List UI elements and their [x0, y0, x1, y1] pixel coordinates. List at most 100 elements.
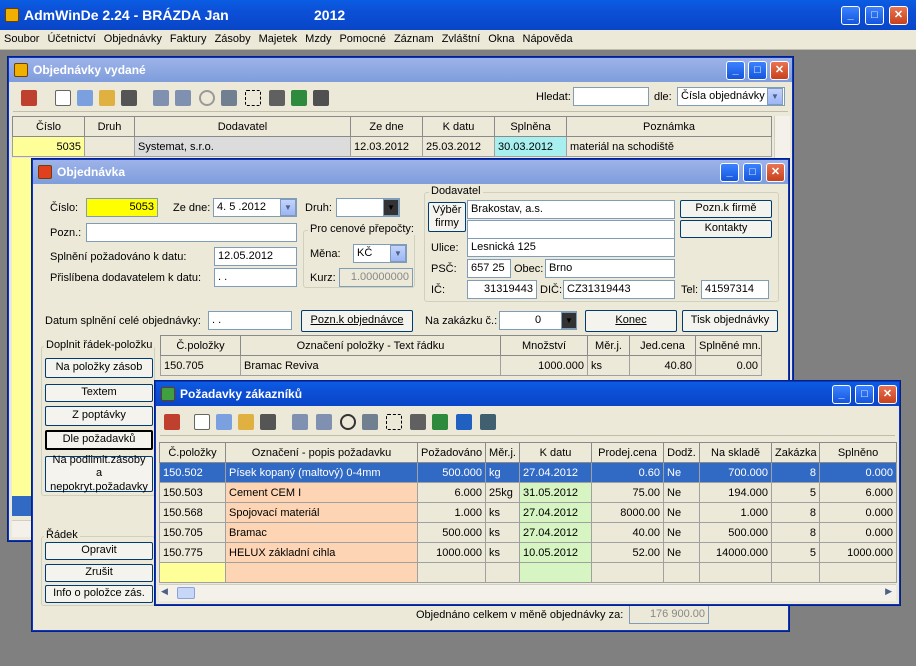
column-header[interactable]: Prodej.cena	[591, 442, 664, 463]
first-record-icon[interactable]	[153, 90, 169, 106]
column-header[interactable]: K datu	[422, 116, 495, 137]
tisk-button[interactable]: Tisk objednávky	[682, 310, 778, 332]
table-row[interactable]: 150.705 Bramac Reviva 1000.000 ks 40.80 …	[160, 355, 762, 376]
exit-icon[interactable]	[21, 90, 37, 106]
copy-icon[interactable]	[216, 414, 232, 430]
menu-item[interactable]: Faktury	[166, 30, 211, 48]
last-record-icon[interactable]	[175, 90, 191, 106]
close-icon[interactable]: ✕	[770, 61, 789, 80]
z-poptavky-button[interactable]: Z poptávky	[45, 406, 153, 426]
menu-item[interactable]: Pomocné	[335, 30, 389, 48]
column-header[interactable]: Splněné mn.	[695, 335, 762, 356]
column-header[interactable]: Splněna	[494, 116, 567, 137]
table-row[interactable]: 150.705 Bramac 500.000 ks 27.04.2012 40.00 Ne 5…	[159, 522, 897, 543]
chevron-left-icon[interactable]: ◀	[161, 586, 168, 597]
tel-field[interactable]: 41597314	[701, 280, 769, 299]
dle-pozadavku-button[interactable]: Dle požadavků	[45, 430, 153, 450]
column-header[interactable]: Dodavatel	[134, 116, 351, 137]
chevron-down-icon[interactable]: ▼	[280, 199, 296, 216]
column-header[interactable]: Dodž.	[663, 442, 700, 463]
delete-icon[interactable]	[260, 414, 276, 430]
close-icon[interactable]: ✕	[889, 6, 908, 25]
maximize-icon[interactable]: □	[748, 61, 767, 80]
chevron-down-icon[interactable]: ▼	[383, 199, 399, 216]
ulice-field[interactable]: Lesnická 125	[467, 238, 675, 257]
psc-field[interactable]: 657 25	[467, 259, 511, 278]
datum-splneni-field[interactable]: . .	[208, 311, 292, 330]
chevron-down-icon[interactable]: ▼	[390, 245, 406, 262]
select-icon[interactable]	[386, 414, 402, 430]
arrow-right-icon[interactable]	[221, 90, 237, 106]
prislibena-field[interactable]: . .	[214, 268, 297, 287]
column-header[interactable]: Zakázka	[771, 442, 820, 463]
minimize-icon[interactable]: _	[841, 6, 860, 25]
menu-item[interactable]: Účetnictví	[43, 30, 99, 48]
arrow-right-icon[interactable]	[362, 414, 378, 430]
table-row[interactable]: 5035 Systemat, s.r.o. 12.03.2012 25.03.2…	[12, 136, 772, 157]
maximize-icon[interactable]: □	[743, 163, 762, 182]
last-record-icon[interactable]	[316, 414, 332, 430]
dic-field[interactable]: CZ31319443	[563, 280, 675, 299]
excel-icon[interactable]	[432, 414, 448, 430]
menu-item[interactable]: Zásoby	[211, 30, 255, 48]
info-button[interactable]: Info o položce zás.	[45, 585, 153, 603]
firma-field[interactable]: Brakostav, a.s.	[467, 200, 675, 219]
column-header[interactable]: Označení - popis požadavku	[225, 442, 418, 463]
pozn-firme-button[interactable]: Pozn.k firmě	[680, 200, 772, 218]
minimize-icon[interactable]: _	[720, 163, 739, 182]
menu-item[interactable]: Objednávky	[100, 30, 166, 48]
menu-item[interactable]: Majetek	[255, 30, 302, 48]
obec-field[interactable]: Brno	[545, 259, 675, 278]
vyber-firmy-button[interactable]: Výběr firmy	[428, 202, 466, 232]
firma-field-2[interactable]	[467, 220, 675, 239]
chart-icon[interactable]	[456, 414, 472, 430]
column-header[interactable]: Požadováno	[417, 442, 486, 463]
kurz-field[interactable]: 1.00000000	[339, 268, 413, 287]
close-icon[interactable]: ✕	[878, 385, 897, 404]
print-icon[interactable]	[410, 414, 426, 430]
search-icon[interactable]	[199, 90, 215, 106]
column-header[interactable]: Splněno	[819, 442, 897, 463]
empty-row[interactable]	[159, 562, 897, 583]
kontakty-button[interactable]: Kontakty	[680, 220, 772, 238]
menu-item[interactable]: Zvláštní	[438, 30, 485, 48]
minimize-icon[interactable]: _	[726, 61, 745, 80]
report-icon[interactable]	[313, 90, 329, 106]
search-input[interactable]	[573, 87, 649, 106]
textem-button[interactable]: Textem	[45, 384, 153, 402]
column-header[interactable]: Označení položky - Text řádku	[240, 335, 501, 356]
opravit-button[interactable]: Opravit	[45, 542, 153, 560]
ic-field[interactable]: 31319443	[467, 280, 537, 299]
na-polozky-zasob-button[interactable]: Na položky zásob	[45, 358, 153, 378]
excel-icon[interactable]	[291, 90, 307, 106]
select-icon[interactable]	[245, 90, 261, 106]
cislo-field[interactable]: 5053	[86, 198, 158, 217]
delete-icon[interactable]	[121, 90, 137, 106]
copy-icon[interactable]	[77, 90, 93, 106]
chevron-right-icon[interactable]: ▶	[885, 586, 892, 597]
menu-item[interactable]: Nápověda	[519, 30, 577, 48]
column-header[interactable]: Druh	[84, 116, 135, 137]
column-header[interactable]: Měr.j.	[485, 442, 520, 463]
maximize-icon[interactable]: □	[865, 6, 884, 25]
konec-button[interactable]: Konec	[585, 310, 677, 332]
menu-item[interactable]: Okna	[484, 30, 518, 48]
chevron-down-icon[interactable]: ▼	[767, 88, 783, 105]
horizontal-scrollbar[interactable]: ◀ ▶	[159, 584, 896, 601]
open-icon[interactable]	[99, 90, 115, 106]
column-header[interactable]: Jed.cena	[629, 335, 696, 356]
new-icon[interactable]	[194, 414, 210, 430]
column-header[interactable]: Ze dne	[350, 116, 423, 137]
menu-item[interactable]: Soubor	[0, 30, 43, 48]
table-row[interactable]: 150.568 Spojovací materiál 1.000 ks 27.04.20…	[159, 502, 897, 523]
menu-item[interactable]: Záznam	[390, 30, 438, 48]
new-icon[interactable]	[55, 90, 71, 106]
podlimit-button[interactable]: Na podlimit.zásoby a nepokryt.požadavky	[45, 454, 153, 493]
pozn-field[interactable]	[86, 223, 297, 242]
column-header[interactable]: Č.položky	[159, 442, 226, 463]
exit-icon[interactable]	[164, 414, 180, 430]
maximize-icon[interactable]: □	[855, 385, 874, 404]
menu-item[interactable]: Mzdy	[301, 30, 335, 48]
zrusit-button[interactable]: Zrušit	[45, 564, 153, 582]
search-icon[interactable]	[340, 414, 356, 430]
